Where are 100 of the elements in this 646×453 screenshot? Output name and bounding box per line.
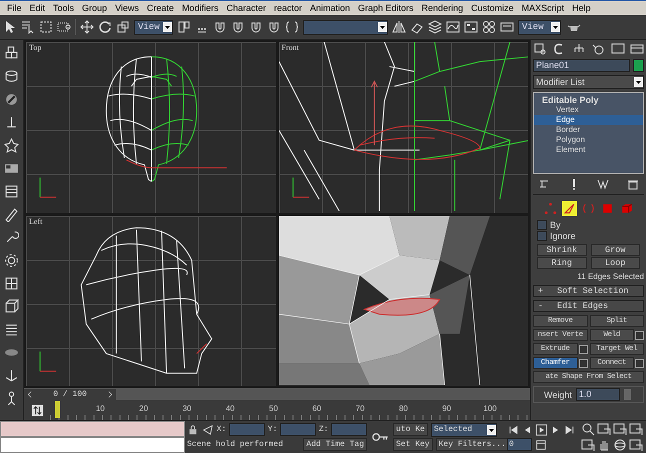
menu-item[interactable]: Modifiers: [178, 3, 222, 13]
play-icon[interactable]: [535, 424, 548, 436]
listener-input-field[interactable]: [0, 437, 185, 453]
curve-editor-icon[interactable]: [446, 20, 460, 34]
menu-item[interactable]: Edit: [26, 3, 50, 13]
rotate-icon[interactable]: [98, 20, 112, 34]
subobject-stack-item[interactable]: Edge: [534, 115, 643, 125]
subobject-stack-item[interactable]: Element: [534, 145, 643, 155]
settings-button[interactable]: [635, 358, 644, 368]
box-icon[interactable]: [4, 299, 19, 314]
modifier-stack-item[interactable]: Editable Poly: [534, 95, 643, 105]
checkbox[interactable]: [537, 230, 547, 240]
subobject-stack-item[interactable]: Border: [534, 125, 643, 135]
weight-field[interactable]: 1.0: [576, 388, 620, 401]
menu-item[interactable]: Graph Editors: [354, 3, 418, 13]
set-key-button[interactable]: Set Key: [393, 438, 433, 451]
menu-item[interactable]: Tools: [49, 3, 78, 13]
weight-label: Weight: [544, 390, 572, 400]
coordinate-field[interactable]: [229, 423, 265, 436]
time-slider[interactable]: 0 / 100: [24, 388, 530, 400]
wrench-icon[interactable]: [4, 230, 19, 245]
viewport-label[interactable]: Top: [29, 43, 42, 52]
current-frame-field[interactable]: 0: [507, 438, 532, 451]
select-by-name-icon[interactable]: [21, 20, 35, 34]
key-toggle-icon[interactable]: [30, 404, 44, 416]
orbit-icon[interactable]: [613, 438, 627, 452]
lock-icon[interactable]: [187, 424, 199, 436]
magnet-icon[interactable]: [249, 20, 263, 34]
settings-button[interactable]: [578, 344, 588, 354]
menu-item[interactable]: Character: [222, 3, 270, 13]
panel-icon[interactable]: [4, 161, 19, 176]
caret-icon: [378, 22, 387, 32]
menu-item[interactable]: reactor: [270, 3, 306, 13]
pointer-icon[interactable]: [3, 20, 17, 34]
menu-item[interactable]: File: [3, 3, 26, 13]
checkbox[interactable]: [537, 220, 547, 230]
key-filters-button[interactable]: Key Filters...: [436, 438, 509, 451]
render-type-dropdown[interactable]: View: [518, 20, 561, 34]
coordinate-field[interactable]: [280, 423, 316, 436]
listener-output-field[interactable]: [0, 421, 185, 438]
time-slider-thumb[interactable]: 0 / 100: [24, 388, 116, 400]
subobject-stack-item[interactable]: Polygon: [534, 135, 643, 145]
move-icon[interactable]: [80, 20, 94, 34]
star-icon[interactable]: [4, 138, 19, 153]
selection-button[interactable]: Ring: [537, 257, 586, 269]
named-selection-dropdown[interactable]: [303, 20, 388, 34]
menu-item[interactable]: Views: [111, 3, 143, 13]
go-to-end-icon[interactable]: [563, 424, 576, 436]
gear-icon[interactable]: [4, 253, 19, 268]
viewport[interactable]: [278, 216, 528, 386]
viewport-label[interactable]: Left: [29, 216, 42, 226]
window-crossing-icon[interactable]: [57, 20, 71, 34]
magnet-icon[interactable]: [213, 20, 227, 34]
selection-button[interactable]: Loop: [590, 257, 640, 269]
rectangle-selection-icon[interactable]: [39, 20, 53, 34]
menu-item[interactable]: Animation: [306, 3, 354, 13]
key-mode-dropdown[interactable]: Selected: [430, 422, 497, 436]
viewport[interactable]: Top: [26, 42, 276, 212]
menu-item[interactable]: Rendering: [418, 3, 468, 13]
zoom-icon[interactable]: [581, 422, 595, 436]
coordinate-field[interactable]: [331, 423, 367, 436]
go-to-start-icon[interactable]: [507, 424, 520, 436]
layers-icon[interactable]: [428, 20, 442, 34]
settings-button[interactable]: [635, 330, 644, 340]
checkbox-label: By: [550, 220, 561, 230]
scale-icon[interactable]: [116, 20, 130, 34]
edge-level-icon[interactable]: [562, 201, 577, 216]
menu-item[interactable]: Group: [78, 3, 112, 13]
magnet-icon[interactable]: [267, 20, 281, 34]
current-frame-marker[interactable]: [55, 401, 60, 418]
selection-button[interactable]: Shrink: [537, 244, 586, 256]
menu-item[interactable]: MAXScript: [518, 3, 568, 13]
track-bar[interactable]: 10 20 30 40 50 60 70 80 90 100: [50, 400, 530, 420]
settings-button[interactable]: [578, 358, 588, 368]
auto-key-button[interactable]: uto Ke: [393, 423, 428, 436]
mirror-icon[interactable]: [392, 20, 406, 34]
rollout-header[interactable]: + Soft Selection: [533, 285, 644, 297]
grid-icon[interactable]: [4, 276, 19, 291]
viewport-label[interactable]: Front: [282, 43, 299, 52]
object-name-field[interactable]: Plane01: [533, 59, 630, 72]
viewport[interactable]: Front: [278, 42, 528, 212]
boxes-icon[interactable]: [4, 46, 19, 61]
rollout-header[interactable]: - Edit Edges: [533, 300, 644, 312]
menu-item[interactable]: Help: [568, 3, 595, 13]
menu-item[interactable]: Create: [142, 3, 178, 13]
magnet-icon[interactable]: [231, 20, 245, 34]
subobject-stack-item[interactable]: Vertex: [534, 105, 643, 115]
reference-coordinate-dropdown[interactable]: View: [134, 20, 173, 34]
modifier-list-dropdown[interactable]: Modifier List: [533, 75, 644, 89]
object-color-swatch[interactable]: [633, 59, 644, 72]
braces-icon[interactable]: [285, 20, 299, 34]
selection-button[interactable]: Grow: [590, 244, 640, 256]
sphere-icon[interactable]: [4, 92, 19, 107]
stack-icon[interactable]: [4, 184, 19, 199]
menu-item[interactable]: Customize: [467, 3, 518, 13]
viewport[interactable]: Left: [26, 216, 276, 386]
pencil-icon[interactable]: [4, 207, 19, 222]
lines-icon[interactable]: [4, 322, 19, 337]
cylinder-icon[interactable]: [4, 69, 19, 84]
add-time-tag-button[interactable]: Add Time Tag: [303, 438, 367, 451]
